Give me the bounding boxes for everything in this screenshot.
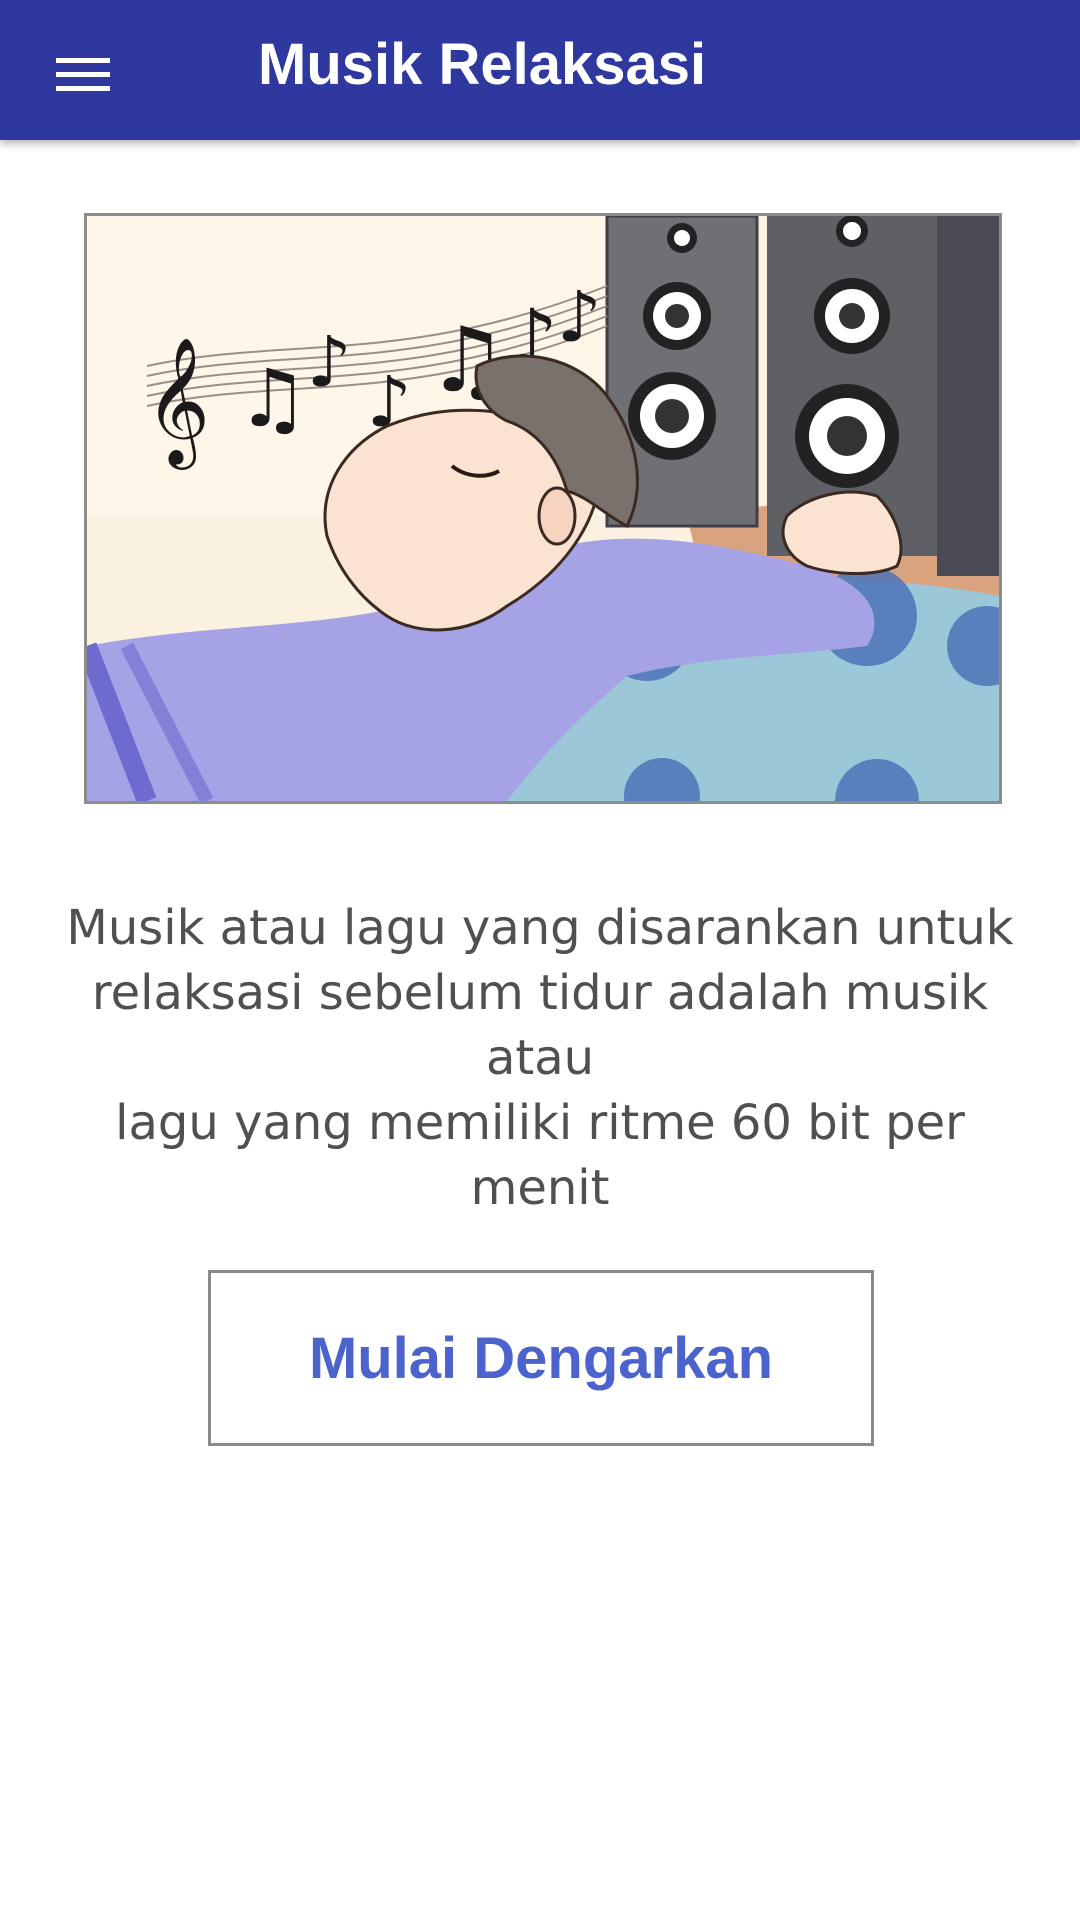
svg-text:♪: ♪: [557, 276, 602, 358]
description-line-2: relaksasi sebelum tidur adalah musik ata…: [91, 965, 989, 1086]
start-listening-label: Mulai Dengarkan: [308, 1325, 774, 1391]
description-line-1: Musik atau lagu yang disarankan untuk: [66, 900, 1014, 956]
description-text: Musik atau lagu yang disarankan untuk re…: [40, 896, 1040, 1221]
app-bar: Musik Relaksasi: [0, 0, 1080, 140]
start-listening-button[interactable]: Mulai Dengarkan: [208, 1270, 874, 1446]
hero-illustration: 𝄞 ♫ ♪ ♪ ♫ ♪ ♪: [84, 213, 1002, 804]
svg-text:♫: ♫: [237, 352, 309, 445]
description-line-3: lagu yang memiliki ritme 60 bit per meni…: [115, 1095, 965, 1216]
svg-text:𝄞: 𝄞: [145, 336, 210, 470]
page-title: Musik Relaksasi: [258, 32, 707, 97]
hamburger-menu-icon[interactable]: [44, 44, 124, 104]
svg-text:♪: ♪: [307, 321, 352, 403]
